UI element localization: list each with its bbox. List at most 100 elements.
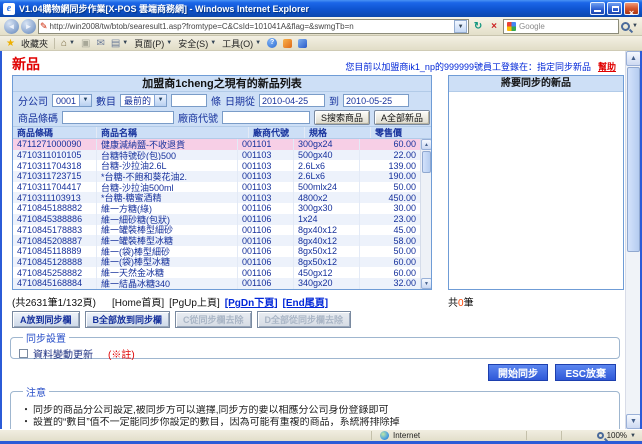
safety-menu-label: 安全(S) [178,38,209,49]
table-row[interactable]: 4711271000090 健康減納鹽-不收退貨 001101 300gx24 60.0… [13,139,420,150]
minimize-button[interactable] [590,2,605,15]
add-all-to-sync-button[interactable]: B全部放到同步欄 [84,311,170,328]
addon-icon-1[interactable] [283,38,293,48]
count-select-arrow-icon: ▼ [154,95,167,106]
stop-button[interactable]: × [487,19,501,34]
table-row[interactable]: 4710845258882 維一天然金冰糖 001106 450gx12 60.00 [13,267,420,278]
cell-vendor: 001106 [238,277,294,289]
col-price: 零售價 [375,128,403,138]
table-scroll-down-icon[interactable]: ▼ [421,278,431,289]
table-row[interactable]: 4710845128888 維一(袋)棒型冰糖 001106 8gx50x12 60.0… [13,256,420,268]
table-row[interactable]: 4710311704417 台糖-沙拉油500ml 001103 500mlx24 50… [13,181,420,193]
sync-panel-list[interactable] [449,92,623,289]
refresh-button[interactable]: ↻ [471,19,485,34]
search-options-arrow[interactable]: ▼ [632,23,638,29]
table-row[interactable]: 4710845208887 維一罐裝棒型冰糖 001106 8gx40x12 58.00 [13,235,420,246]
page-menu[interactable]: 頁面(P) ▼ [134,37,172,50]
cell-barcode: 4710845128888 [13,256,97,268]
add-to-sync-button[interactable]: A放到同步欄 [12,311,80,328]
cell-price: 45.00 [393,224,416,235]
search-products-button[interactable]: S搜索商品 [314,110,371,125]
cell-barcode: 4710311723715 [13,171,97,182]
tools-menu[interactable]: 工具(O) ▼ [222,37,261,50]
table-row[interactable]: 4710311723715 *台糖-不飽和葵花油2. 001103 2.6Lx6 190… [13,171,420,182]
print-button[interactable]: ▤ ▼ [111,38,128,49]
pager-pgup[interactable]: [PgUp上頁] [169,294,220,309]
note-item: 設置的“數目”值不一定能同步你設定的數目，因為可能有重複的商品，系統將排除掉 [19,417,611,429]
count-select[interactable]: 最前的 ▼ [120,94,168,107]
address-bar[interactable]: ✎ http://win2008/tw/btob/searesult1.asp?… [38,18,470,34]
pager-end[interactable]: [End尾頁] [283,294,329,309]
table-scroll-up-icon[interactable]: ▲ [421,139,431,150]
scroll-down-icon[interactable]: ▼ [626,414,640,429]
status-bar: Internet 100% ▼ [0,429,642,441]
restore-button[interactable] [607,2,622,15]
page-scrollbar[interactable]: ▲ ▼ [625,51,640,429]
data-update-checkbox[interactable] [19,349,28,358]
start-sync-button[interactable]: 開始同步 [488,364,548,381]
table-row[interactable]: 4710311010105 台糖特號砂(包)500 001103 500gx40 22.… [13,149,420,161]
barcode-input[interactable] [62,111,174,124]
table-scrollbar[interactable]: ▲ ▼ [420,139,431,289]
cell-name: *台糖-不飽和葵花油2. [97,171,238,182]
cell-vendor: 001106 [238,267,294,278]
zoom-control[interactable]: 100% ▼ [564,431,642,440]
count-label: 數目 [96,97,117,108]
search-box[interactable]: Google [503,18,620,34]
all-new-products-button[interactable]: A全部新品 [374,110,431,125]
print-dropdown-arrow: ▼ [122,40,129,46]
branch-select[interactable]: 0001 ▼ [52,94,93,107]
esc-cancel-button[interactable]: ESC放棄 [555,364,616,381]
pager: (共2631筆1/132頁) [Home首頁] [PgUp上頁] [PgDn下頁… [12,294,432,309]
cell-spec: 500mlx24 [294,181,360,193]
close-button[interactable]: × [624,2,639,18]
cell-vendor: 001103 [238,192,294,204]
table-header-row: 商品條碼 商品名稱 廠商代號 規格 零售價 [13,126,431,139]
cell-vendor: 001103 [238,171,294,182]
table-row[interactable]: 4710845188882 維一方糖(綠) 001106 300gx30 30.00 [13,203,420,214]
scroll-thumb[interactable] [627,67,640,252]
pager-home[interactable]: [Home首頁] [112,294,164,309]
window-titlebar: e V1.04購物網同步作業[X-POS 雲端商務網] - Windows In… [0,0,642,18]
date-to-input[interactable] [343,94,410,107]
search-magnifier-icon[interactable] [621,21,631,31]
cell-spec: 8gx50x12 [294,256,360,268]
table-row[interactable]: 4710845178883 維一罐裝棒型細砂 001106 8gx40x12 45.00 [13,224,420,236]
cell-name: 維一罐裝棒型冰糖 [97,235,238,246]
search-engine-label: Google [519,21,545,31]
table-row[interactable]: 4710845388886 維一細砂糖(包狀) 001106 1x24 23.00 [13,213,420,225]
home-button[interactable]: ⌂ ▼ [61,38,75,49]
date-to-label: 到 [329,97,340,108]
mail-icon[interactable]: ✉ [96,38,104,49]
zoom-dropdown-arrow[interactable]: ▼ [630,433,636,439]
safety-menu[interactable]: 安全(S) ▼ [178,37,216,50]
minimize-icon [594,10,601,12]
addon-icon-2[interactable] [298,38,308,48]
date-from-input[interactable] [259,94,326,107]
cell-vendor: 001106 [238,224,294,236]
cell-vendor: 001106 [238,235,294,246]
address-url[interactable]: http://win2008/tw/btob/searesult1.asp?fr… [50,22,453,31]
back-button[interactable]: ◄ [4,18,19,34]
cell-barcode: 4711271000090 [13,139,97,150]
favorites-star-icon[interactable]: ★ [6,38,15,49]
help-link[interactable]: 幫助 [598,62,616,72]
count-input[interactable] [171,94,208,107]
pager-pgdn[interactable]: [PgDn下頁] [225,294,278,309]
cell-spec: 8gx40x12 [294,235,360,246]
address-dropdown-button[interactable]: ▼ [454,19,468,33]
table-row[interactable]: 4710311103913 *台糖-糖蜜酒精 001103 4800x2 450.00 [13,192,420,204]
branch-label: 分公司 [18,97,48,108]
date-from-label: 日期從 [225,97,256,108]
favorites-label[interactable]: 收藏夾 [21,37,48,50]
table-row[interactable]: 4710845168884 維一結晶冰糖340 001106 340gx20 32.00 [13,277,420,289]
table-scroll-thumb[interactable] [422,151,431,173]
forward-button[interactable]: ► [21,18,36,34]
table-row[interactable]: 4710845118889 維一(袋)棒型細砂 001106 8gx50x12 50.0… [13,245,420,257]
help-icon[interactable]: ? [267,38,278,48]
table-row[interactable]: 4710311704318 台糖-沙拉油2.6L 001103 2.6Lx6 139.0… [13,160,420,172]
cell-vendor: 001106 [238,245,294,257]
vendor-input[interactable] [222,111,310,124]
feeds-icon[interactable]: ▣ [81,38,90,49]
scroll-up-icon[interactable]: ▲ [626,51,640,66]
